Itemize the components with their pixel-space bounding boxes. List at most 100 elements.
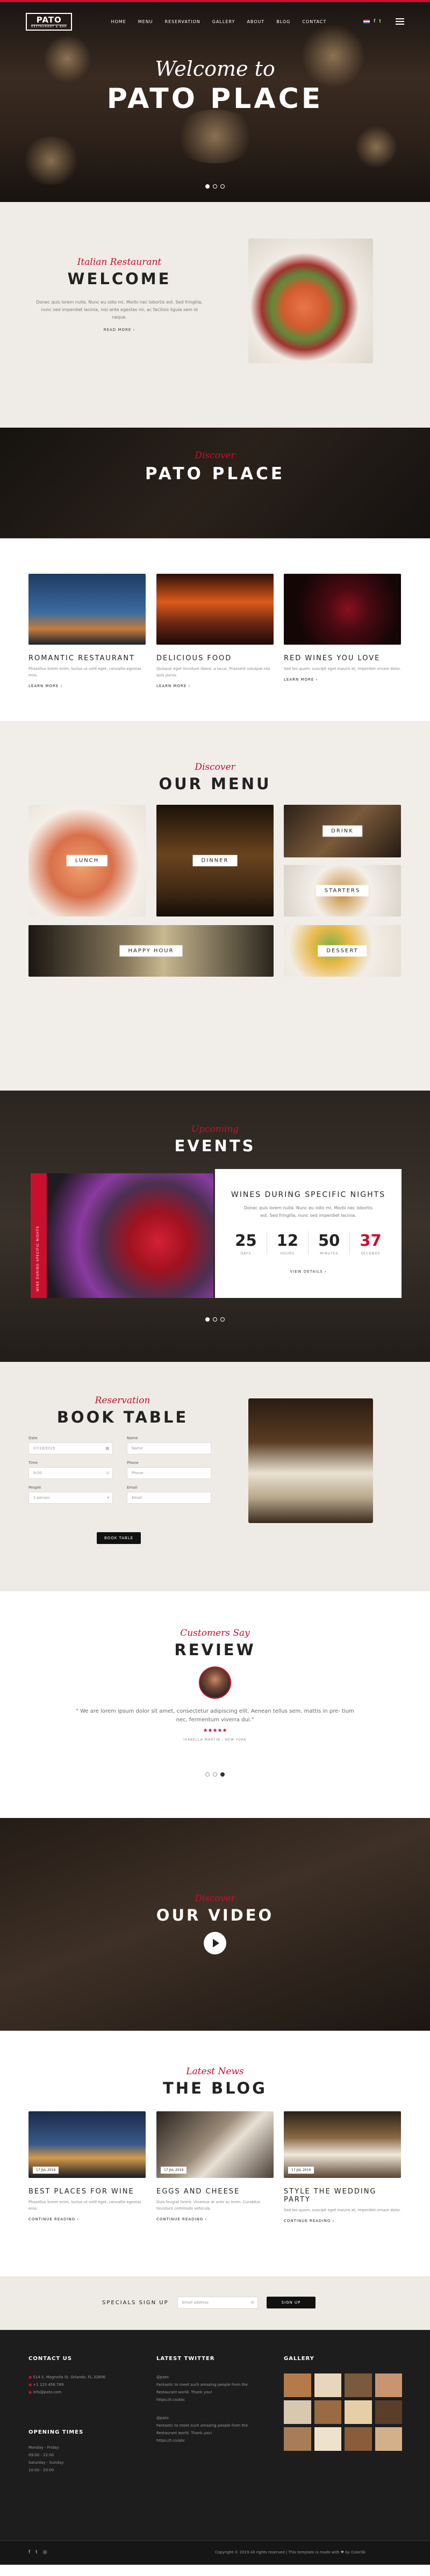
facebook-icon[interactable]: f bbox=[374, 19, 375, 24]
menu-title: OUR MENU bbox=[159, 775, 271, 793]
video-title: OUR VIDEO bbox=[156, 1906, 274, 1924]
gallery-thumb[interactable] bbox=[375, 2373, 402, 2397]
email-field[interactable]: Email bbox=[127, 1492, 211, 1504]
review-stars: ★★★★★ bbox=[203, 1728, 227, 1734]
name-field[interactable]: Name bbox=[127, 1442, 211, 1454]
slider-dot[interactable] bbox=[220, 184, 225, 189]
feature-card: DELICIOUS FOOD Quisque eget tincidunt li… bbox=[156, 574, 274, 688]
gallery-thumb[interactable] bbox=[314, 2400, 341, 2424]
twitter-icon[interactable]: t bbox=[35, 2550, 38, 2555]
sign-up-button[interactable]: SIGN UP bbox=[266, 2297, 316, 2308]
feature-image bbox=[156, 574, 274, 645]
welcome-section: Italian Restaurant WELCOME Donec quis lo… bbox=[0, 202, 430, 428]
blog-image[interactable]: 17 JUL 2019 bbox=[28, 2111, 146, 2178]
menu-tile-starters[interactable]: STARTERS bbox=[284, 865, 401, 917]
menu-tile-dinner[interactable]: DINNER bbox=[156, 805, 274, 917]
people-select[interactable]: 1 person ▾ bbox=[28, 1492, 113, 1504]
play-icon[interactable] bbox=[204, 1932, 226, 1954]
event-details-link[interactable]: VIEW DETAILS › bbox=[215, 1269, 402, 1274]
gallery-thumb[interactable] bbox=[345, 2427, 372, 2451]
review-slider-dots bbox=[0, 1771, 430, 1778]
feature-card: ROMANTIC RESTAURANT Phasellus lorem enim… bbox=[28, 574, 146, 688]
feature-learn-more-link[interactable]: LEARN MORE › bbox=[284, 677, 401, 682]
gallery-thumb[interactable] bbox=[314, 2373, 341, 2397]
language-flag-icon[interactable] bbox=[363, 19, 370, 24]
gallery-thumb[interactable] bbox=[375, 2400, 402, 2424]
review-author: ISABELLA MARTIN - NEW YORK bbox=[183, 1738, 247, 1742]
continue-reading-link[interactable]: CONTINUE READING › bbox=[28, 2217, 146, 2221]
feature-title: DELICIOUS FOOD bbox=[156, 654, 232, 662]
slider-dot[interactable] bbox=[220, 1317, 225, 1322]
gallery-thumb[interactable] bbox=[345, 2400, 372, 2424]
mail-icon: ✉ bbox=[250, 2300, 254, 2305]
blog-kicker: Latest News bbox=[186, 2066, 244, 2077]
events-kicker: Upcoming bbox=[191, 1124, 239, 1135]
menu-tile-drink[interactable]: DRINK bbox=[284, 805, 401, 857]
book-table-button[interactable]: BOOK TABLE bbox=[97, 1532, 141, 1544]
nav-menu: HOME MENU RESERVATION GALLERY ABOUT BLOG… bbox=[111, 19, 326, 24]
logo[interactable]: PATO RESTAURANT & BAR bbox=[26, 12, 73, 31]
slider-dot[interactable] bbox=[220, 1772, 225, 1777]
date-field[interactable]: 07/18/2019 ▦ bbox=[28, 1442, 113, 1454]
menu-tile-lunch[interactable]: LUNCH bbox=[28, 805, 146, 917]
video-section: Discover OUR VIDEO bbox=[0, 1818, 430, 2031]
main-nav: PATO RESTAURANT & BAR HOME MENU RESERVAT… bbox=[0, 12, 430, 31]
slider-dot[interactable] bbox=[205, 1317, 210, 1322]
time-field[interactable]: 9:00 ◷ bbox=[28, 1467, 113, 1479]
blog-section: Latest News THE BLOG 17 JUL 2019 BEST PL… bbox=[0, 2031, 430, 2276]
hero-section: PATO RESTAURANT & BAR HOME MENU RESERVAT… bbox=[0, 2, 430, 202]
events-title: EVENTS bbox=[174, 1137, 256, 1155]
event-text: Donec quis lorem nulla. Nunc eu odio mi.… bbox=[243, 1206, 373, 1218]
booking-title: BOOK TABLE bbox=[56, 1408, 189, 1426]
menu-section: Discover OUR MENU LUNCH DINNER DRINK STA… bbox=[0, 721, 430, 1091]
slider-dot[interactable] bbox=[205, 184, 210, 189]
nav-item-reservation[interactable]: RESERVATION bbox=[165, 19, 200, 24]
nav-item-home[interactable]: HOME bbox=[111, 19, 126, 24]
blog-image[interactable]: 17 JUL 2019 bbox=[284, 2111, 401, 2178]
blog-post-text: Sed leo quam, suscipit eget mauris at, i… bbox=[284, 2208, 401, 2212]
nav-item-menu[interactable]: MENU bbox=[138, 19, 153, 24]
blog-post-title[interactable]: EGGS AND CHEESE bbox=[156, 2188, 274, 2196]
nav-item-blog[interactable]: BLOG bbox=[276, 19, 290, 24]
discover-kicker: Discover bbox=[195, 450, 235, 461]
hero-subtitle: Welcome to bbox=[155, 57, 275, 81]
nav-item-contact[interactable]: CONTACT bbox=[302, 19, 326, 24]
nav-item-about[interactable]: ABOUT bbox=[247, 19, 264, 24]
blog-image[interactable]: 17 JUL 2019 bbox=[156, 2111, 274, 2178]
blog-post-title[interactable]: STYLE THE WEDDING PARTY bbox=[284, 2188, 401, 2204]
footer-gallery: GALLERY bbox=[284, 2356, 402, 2451]
welcome-read-more-link[interactable]: READ MORE › bbox=[33, 328, 205, 332]
continue-reading-link[interactable]: CONTINUE READING › bbox=[156, 2217, 274, 2221]
gallery-thumb[interactable] bbox=[284, 2373, 311, 2397]
phone-field[interactable]: Phone bbox=[127, 1467, 211, 1479]
menu-tile-dessert[interactable]: DESSERT bbox=[284, 925, 401, 977]
reviewer-avatar bbox=[199, 1666, 231, 1699]
continue-reading-link[interactable]: CONTINUE READING › bbox=[284, 2219, 401, 2223]
video-kicker: Discover bbox=[195, 1893, 235, 1904]
menu-tile-happy-hour[interactable]: HAPPY HOUR bbox=[28, 925, 274, 977]
header-tools: f t bbox=[363, 17, 404, 26]
feature-learn-more-link[interactable]: LEARN MORE › bbox=[28, 684, 146, 688]
facebook-icon[interactable]: f bbox=[28, 2550, 30, 2555]
newsletter-email-input[interactable]: Email address ✉ bbox=[177, 2297, 258, 2308]
gallery-thumb[interactable] bbox=[314, 2427, 341, 2451]
gallery-thumb[interactable] bbox=[345, 2373, 372, 2397]
feature-text: Sed leo quam, suscipit eget mauris at, i… bbox=[284, 667, 401, 671]
newsletter-section: SPECIALS SIGN UP Email address ✉ SIGN UP bbox=[0, 2276, 430, 2330]
slider-dot[interactable] bbox=[205, 1772, 210, 1777]
gallery-thumb[interactable] bbox=[375, 2427, 402, 2451]
discover-title: PATO PLACE bbox=[145, 464, 285, 484]
twitter-icon[interactable]: t bbox=[379, 19, 381, 24]
slider-dot[interactable] bbox=[213, 184, 217, 189]
blog-post-title[interactable]: BEST PLACES FOR WINE bbox=[28, 2188, 146, 2196]
hamburger-menu-icon[interactable] bbox=[396, 17, 404, 26]
slider-dot[interactable] bbox=[213, 1317, 217, 1322]
feature-learn-more-link[interactable]: LEARN MORE › bbox=[156, 684, 274, 688]
instagram-icon[interactable]: ◎ bbox=[43, 2550, 47, 2555]
welcome-food-image bbox=[248, 239, 373, 363]
event-countdown: 25 DAYS 12 HOURS 50 MINUTES 37 SECONDS bbox=[235, 1231, 382, 1255]
nav-item-gallery[interactable]: GALLERY bbox=[212, 19, 235, 24]
gallery-thumb[interactable] bbox=[284, 2400, 311, 2424]
slider-dot[interactable] bbox=[213, 1772, 217, 1777]
gallery-thumb[interactable] bbox=[284, 2427, 311, 2451]
